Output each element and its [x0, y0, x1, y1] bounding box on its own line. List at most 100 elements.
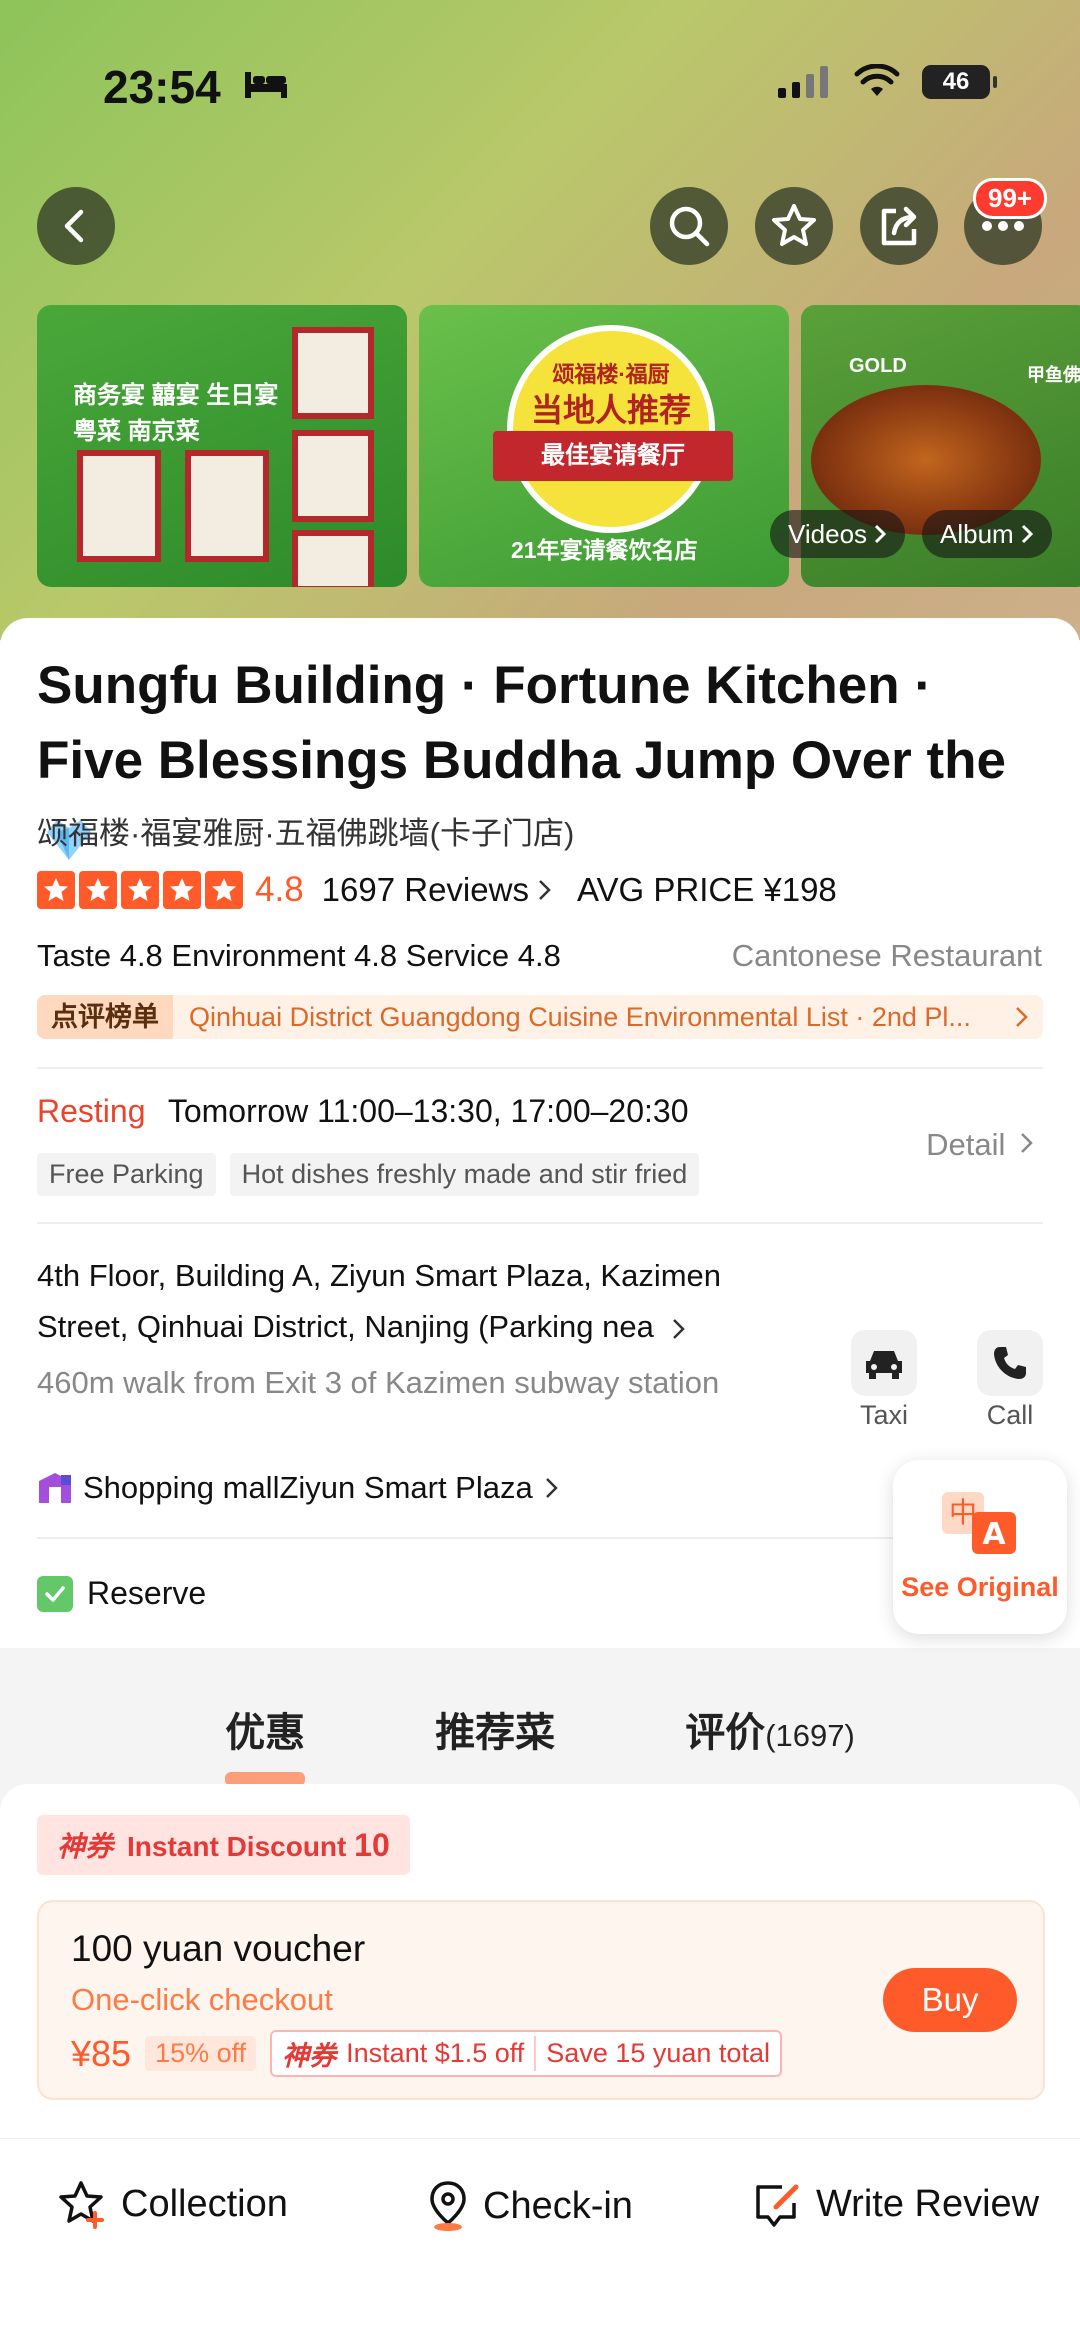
promo-save: Save 15 yuan total — [534, 2036, 780, 2071]
rating-row[interactable]: 4.8 1697 Reviews AVG PRICE ¥198 — [37, 870, 837, 910]
divider — [37, 1067, 1043, 1069]
discount-percent: 15% off — [145, 2036, 257, 2071]
shop-title-text: Sungfu Building · Fortune Kitchen · Five… — [37, 656, 1006, 790]
opening-hours[interactable]: Resting Tomorrow 11:00–13:30, 17:00–20:3… — [37, 1093, 688, 1130]
tab-reviews[interactable]: 评价(1697) — [685, 1700, 855, 1780]
chevron-right-icon — [673, 1318, 686, 1339]
collection-button[interactable]: Collection — [57, 2179, 288, 2229]
album-label: Album — [940, 518, 1014, 549]
videos-button[interactable]: Videos — [770, 510, 906, 558]
seal-band-text: 最佳宴请餐厅 — [493, 431, 733, 481]
distance-text: 460m walk from Exit 3 of Kazimen subway … — [37, 1365, 720, 1400]
rating-value: 4.8 — [255, 870, 304, 909]
edit-review-icon — [756, 2184, 799, 2227]
status-icons: 46 — [776, 64, 997, 100]
translate-icon: 中 A — [942, 1492, 1016, 1554]
mall-prefix: Shopping mall — [83, 1470, 280, 1505]
chevron-left-icon — [64, 209, 84, 243]
promo-tag: 神券 Instant $1.5 off Save 15 yuan total — [270, 2030, 782, 2077]
tab-deals[interactable]: 优惠 — [225, 1700, 306, 1786]
reserve-option[interactable]: Reserve — [37, 1575, 206, 1612]
gallery-text: 21年宴请餐饮名店 — [511, 537, 698, 563]
chevron-right-icon — [545, 1478, 558, 1498]
promo-instant: Instant $1.5 off — [346, 2038, 525, 2068]
back-button[interactable] — [37, 187, 115, 265]
buy-button[interactable]: Buy — [883, 1968, 1017, 2032]
shop-subtitle: 颂福楼·福宴雅厨·五福佛跳墙(卡子门店) — [37, 816, 575, 851]
favorite-button[interactable] — [755, 187, 833, 265]
star-icon — [121, 871, 159, 909]
write-review-label: Write Review — [816, 2182, 1040, 2225]
ranking-text: Qinhuai District Guangdong Cuisine Envir… — [189, 1001, 971, 1032]
award-plaque — [77, 450, 161, 562]
star-icon — [37, 871, 75, 909]
gallery-text: 商务宴 囍宴 生日宴 — [73, 382, 279, 409]
instant-discount-chip[interactable]: 神券 Instant Discount 10 — [37, 1815, 410, 1875]
star-icon — [205, 871, 243, 909]
feature-tags: Free Parking Hot dishes freshly made and… — [37, 1153, 700, 1196]
promo-seal: 颂福楼·福厨 当地人推荐 最佳宴请餐厅 — [493, 325, 733, 533]
bottom-action-bar: Collection Check-in Write Review — [0, 2138, 1080, 2349]
address-text: 4th Floor, Building A, Ziyun Smart Plaza… — [37, 1258, 722, 1344]
call-button[interactable] — [977, 1330, 1043, 1396]
gold-badge-text: GOLD — [849, 355, 907, 377]
shopping-mall-icon — [39, 1473, 71, 1503]
wifi-icon — [854, 64, 900, 96]
gallery-photo[interactable]: 颂福楼·福厨 当地人推荐 最佳宴请餐厅 21年宴请餐饮名店 — [419, 305, 789, 587]
mall-name: Ziyun Smart Plaza — [279, 1470, 533, 1505]
see-original-button[interactable]: 中 A See Original — [893, 1460, 1067, 1634]
car-icon — [866, 1351, 902, 1379]
category-label: Cantonese Restaurant — [731, 938, 1042, 973]
avg-price: AVG PRICE ¥198 — [576, 871, 837, 908]
reserve-label: Reserve — [87, 1575, 207, 1611]
search-icon — [669, 206, 710, 247]
feature-tag: Hot dishes freshly made and stir fried — [229, 1153, 700, 1196]
tab-recommended-dishes[interactable]: 推荐菜 — [435, 1700, 555, 1780]
score-breakdown: Taste 4.8 Environment 4.8 Service 4.8 — [37, 938, 561, 973]
location-pin-icon — [430, 2181, 466, 2231]
voucher-title: 100 yuan voucher — [71, 1928, 366, 1969]
tab-label: 推荐菜 — [435, 1711, 556, 1755]
star-icon — [163, 871, 201, 909]
voucher-card[interactable]: 100 yuan voucher One-click checkout ¥85 … — [37, 1900, 1045, 2100]
star-add-icon — [59, 2181, 104, 2229]
gallery-text: 粤菜 南京菜 — [73, 418, 200, 445]
cellular-signal-icon — [778, 66, 828, 98]
tab-label: 评价 — [685, 1711, 766, 1755]
notification-badge: 99+ — [973, 178, 1048, 219]
phone-icon — [994, 1347, 1026, 1379]
discount-count: 10 — [354, 1826, 390, 1863]
coupon-logo: 神券 — [57, 1831, 114, 1862]
chevron-right-icon — [1021, 1133, 1033, 1153]
gallery-text: 甲鱼佛 — [1027, 365, 1080, 385]
svg-text:A: A — [982, 1517, 1006, 1552]
award-plaque — [292, 327, 374, 419]
star-rating — [37, 871, 243, 909]
write-review-button[interactable]: Write Review — [752, 2179, 1039, 2229]
checkin-label: Check-in — [483, 2184, 633, 2227]
chevron-right-icon — [1021, 524, 1033, 544]
ranking-banner[interactable]: 点评榜单 Qinhuai District Guangdong Cuisine … — [37, 995, 1043, 1039]
battery-indicator: 46 — [922, 65, 997, 99]
hours-detail-link[interactable]: Detail — [926, 1127, 1036, 1163]
share-button[interactable] — [860, 187, 938, 265]
chevron-right-icon — [874, 524, 887, 544]
taxi-label: Taxi — [859, 1400, 908, 1430]
videos-label: Videos — [788, 518, 868, 549]
address-link[interactable]: 4th Floor, Building A, Ziyun Smart Plaza… — [37, 1250, 807, 1352]
taxi-button[interactable] — [851, 1330, 917, 1396]
tab-label: 优惠 — [225, 1711, 306, 1755]
checkmark-icon — [37, 1575, 73, 1612]
reviews-link[interactable]: 1697 Reviews — [322, 871, 529, 909]
search-button[interactable] — [650, 187, 728, 265]
gallery-photo[interactable]: 商务宴 囍宴 生日宴 粤菜 南京菜 — [37, 305, 407, 587]
shopping-mall-link[interactable]: Shopping mallZiyun Smart Plaza — [37, 1470, 561, 1506]
voucher-subtitle: One-click checkout — [71, 1982, 333, 2017]
checkin-button[interactable]: Check-in — [425, 2179, 633, 2233]
more-dots-icon — [982, 221, 1024, 231]
album-button[interactable]: Album — [922, 510, 1052, 558]
star-icon — [79, 871, 117, 909]
divider — [37, 1537, 897, 1539]
seal-main-text: 当地人推荐 — [530, 392, 691, 428]
award-plaque — [292, 530, 374, 587]
